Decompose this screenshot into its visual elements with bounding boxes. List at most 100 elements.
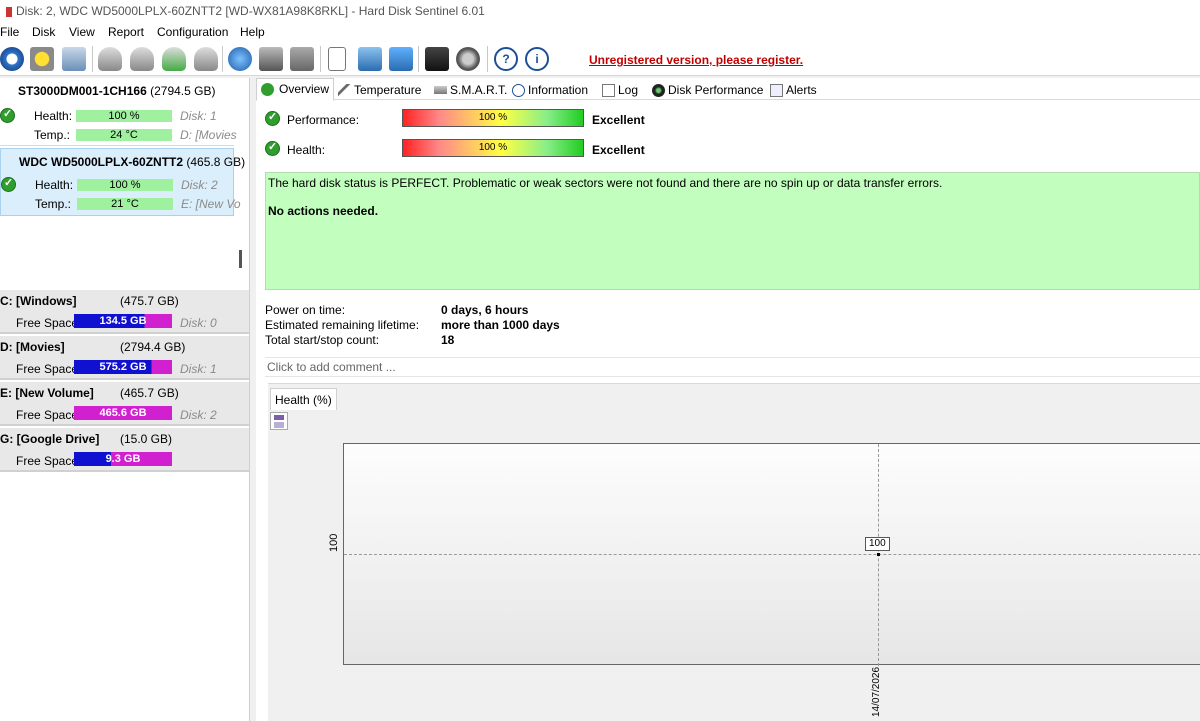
volume-name: E: [New Volume] bbox=[0, 386, 94, 400]
tab-information[interactable]: Information bbox=[510, 80, 588, 100]
grid-line-horizontal bbox=[344, 554, 1200, 555]
free-space-label: Free Space bbox=[16, 316, 79, 330]
health-label: Health: bbox=[34, 109, 73, 123]
hdd-check-icon[interactable] bbox=[162, 47, 186, 71]
disk-number: Disk: 1 bbox=[180, 109, 217, 123]
status-ok-icon bbox=[0, 107, 15, 123]
menu-file[interactable]: File bbox=[0, 25, 19, 39]
tab-label: Overview bbox=[279, 82, 330, 96]
comment-field[interactable]: Click to add comment ... bbox=[265, 357, 1200, 377]
graph-tab-health[interactable]: Health (%) bbox=[270, 388, 337, 410]
start-stop-label: Total start/stop count: bbox=[265, 333, 380, 347]
status-action: No actions needed. bbox=[268, 204, 379, 218]
toolbar-separator bbox=[320, 46, 321, 72]
document-icon[interactable] bbox=[328, 47, 346, 71]
printer-icon[interactable] bbox=[259, 47, 283, 71]
disk-item-1[interactable]: ST3000DM001-1CH166 (2794.5 GB) Health: 1… bbox=[0, 78, 237, 146]
info-icon bbox=[512, 84, 525, 97]
menu-report[interactable]: Report bbox=[108, 25, 144, 39]
tab-label: Information bbox=[528, 83, 589, 97]
check-icon bbox=[261, 83, 274, 96]
tab-alerts[interactable]: Alerts bbox=[768, 80, 817, 100]
info-icon[interactable]: i bbox=[525, 47, 549, 71]
toolbar-separator bbox=[222, 46, 223, 72]
volume-item[interactable]: C: [Windows] (475.7 GB) Free Space 134.5… bbox=[0, 290, 249, 334]
details-pane: Overview Temperature S.M.A.R.T. Informat… bbox=[256, 78, 1200, 721]
document-icon bbox=[602, 84, 615, 97]
network-icon[interactable] bbox=[389, 47, 413, 71]
health-bar: 100 % bbox=[76, 110, 172, 122]
volume-size: (465.7 GB) bbox=[120, 386, 179, 400]
refresh-icon[interactable] bbox=[0, 47, 24, 71]
save-icon[interactable] bbox=[270, 412, 288, 430]
tab-overview[interactable]: Overview bbox=[256, 78, 335, 101]
menu-configuration[interactable]: Configuration bbox=[157, 25, 228, 39]
health-label: Health: bbox=[287, 143, 326, 157]
status-ok-icon bbox=[1, 176, 16, 192]
tab-smart[interactable]: S.M.A.R.T. bbox=[432, 80, 507, 100]
menu-help[interactable]: Help bbox=[240, 25, 265, 39]
volume-item[interactable]: G: [Google Drive] (15.0 GB) Free Space 9… bbox=[0, 428, 249, 472]
free-space-label: Free Space bbox=[16, 454, 79, 468]
window-title-text: Disk: 2, WDC WD5000LPLX-60ZNTT2 [WD-WX81… bbox=[16, 4, 485, 18]
tab-disk-performance[interactable]: Disk Performance bbox=[650, 80, 763, 100]
toolbar-separator bbox=[487, 46, 488, 72]
power-on-label: Power on time: bbox=[265, 303, 346, 317]
sync-icon[interactable] bbox=[358, 47, 382, 71]
scrollbar-thumb[interactable] bbox=[239, 250, 242, 268]
health-ok-icon bbox=[265, 140, 280, 156]
monitor-icon[interactable] bbox=[425, 47, 449, 71]
disk-swap-icon[interactable] bbox=[290, 47, 314, 71]
warning-icon[interactable] bbox=[30, 47, 54, 71]
free-space-bar: 575.2 GB bbox=[74, 360, 172, 374]
app-icon bbox=[6, 6, 12, 17]
disk-name: ST3000DM001-1CH166 (2794.5 GB) bbox=[18, 84, 215, 98]
start-stop-value: 18 bbox=[441, 333, 455, 347]
free-space-value: 575.2 GB bbox=[99, 361, 147, 373]
performance-label: Performance: bbox=[287, 113, 360, 127]
data-label: 100 bbox=[865, 537, 890, 551]
toolbar-separator bbox=[92, 46, 93, 72]
alert-document-icon bbox=[770, 84, 783, 97]
lifetime-value: more than 1000 days bbox=[441, 318, 560, 332]
hdd-test-icon[interactable] bbox=[98, 47, 122, 71]
tab-bar: Overview Temperature S.M.A.R.T. Informat… bbox=[256, 78, 1200, 101]
tab-label: Log bbox=[618, 83, 639, 97]
tab-label: Alerts bbox=[786, 83, 817, 97]
menu-view[interactable]: View bbox=[69, 25, 95, 39]
health-bar: 100 % bbox=[402, 139, 584, 157]
free-space-value: 9.3 GB bbox=[105, 453, 141, 465]
disk-image-icon[interactable] bbox=[62, 47, 86, 71]
register-link[interactable]: Unregistered version, please register. bbox=[589, 53, 803, 67]
toolbar-separator bbox=[418, 46, 419, 72]
disk-name: WDC WD5000LPLX-60ZNTT2 (465.8 GB) bbox=[19, 155, 245, 169]
gauge-icon bbox=[652, 84, 665, 97]
performance-ok-icon bbox=[265, 110, 280, 126]
tab-log[interactable]: Log bbox=[600, 80, 638, 100]
disk-item-2[interactable]: WDC WD5000LPLX-60ZNTT2 (465.8 GB) Health… bbox=[0, 148, 245, 216]
temp-bar: 24 °C bbox=[76, 129, 172, 141]
volume-disk: Disk: 1 bbox=[180, 362, 217, 376]
temp-label: Temp.: bbox=[35, 197, 72, 211]
volume-item[interactable]: E: [New Volume] (465.7 GB) Free Space 46… bbox=[0, 382, 249, 426]
health-bar: 100 % bbox=[77, 179, 173, 191]
gear-icon[interactable] bbox=[456, 47, 480, 71]
status-message-box: The hard disk status is PERFECT. Problem… bbox=[265, 172, 1200, 290]
performance-rating: Excellent bbox=[592, 113, 645, 127]
disk-size: (2794.5 GB) bbox=[150, 84, 216, 98]
help-icon[interactable]: ? bbox=[494, 47, 518, 71]
volume-item[interactable]: D: [Movies] (2794.4 GB) Free Space 575.2… bbox=[0, 336, 249, 380]
volume-disk: Disk: 0 bbox=[180, 316, 217, 330]
free-space-label: Free Space bbox=[16, 362, 79, 376]
hdd-test2-icon[interactable] bbox=[130, 47, 154, 71]
volume-name: G: [Google Drive] bbox=[0, 432, 100, 446]
globe-icon[interactable] bbox=[228, 47, 252, 71]
disk-model: ST3000DM001-1CH166 bbox=[18, 84, 147, 98]
menu-disk[interactable]: Disk bbox=[32, 25, 55, 39]
hdd-repair-icon[interactable] bbox=[194, 47, 218, 71]
free-space-label: Free Space bbox=[16, 408, 79, 422]
tab-temperature[interactable]: Temperature bbox=[336, 80, 421, 100]
disk-volume: D: [Movies bbox=[180, 128, 237, 142]
thermometer-icon bbox=[338, 84, 351, 97]
menu-bar: File Disk View Report Configuration Help bbox=[0, 22, 1200, 42]
